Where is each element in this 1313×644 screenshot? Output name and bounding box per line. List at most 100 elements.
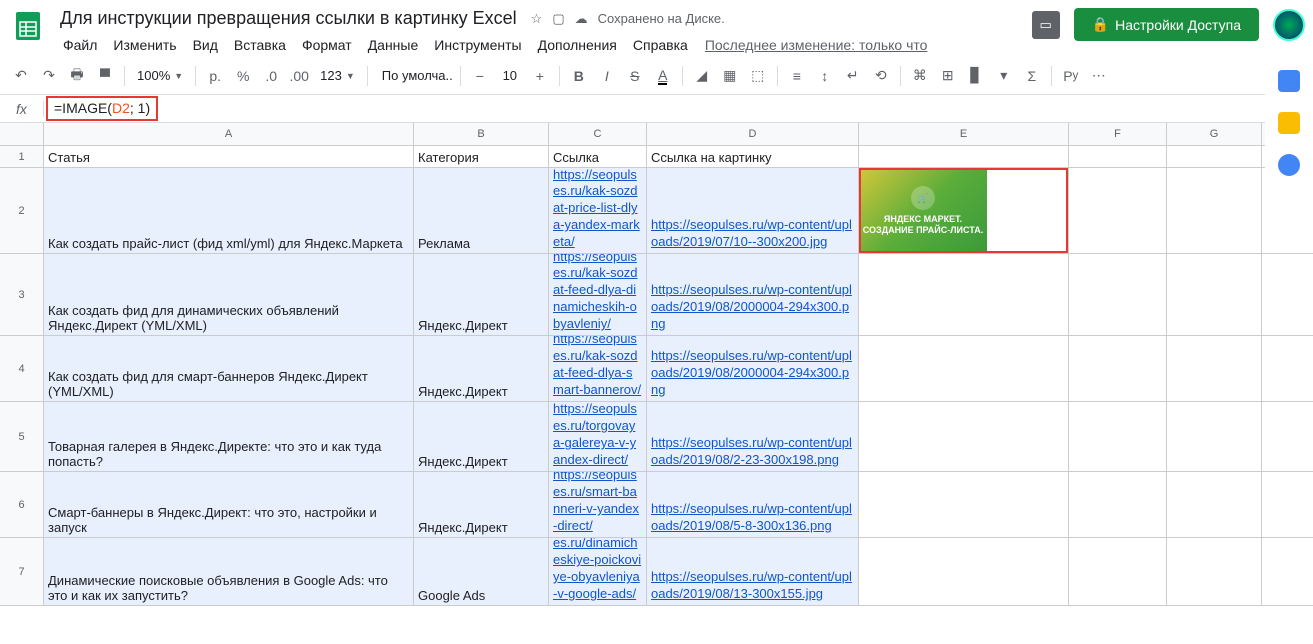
font-select[interactable]: По умолча...▼ [374,68,454,83]
cell-c6[interactable]: https://seopulses.ru/smart-banneri-v-yan… [549,472,647,537]
menu-view[interactable]: Вид [186,33,225,57]
menu-file[interactable]: Файл [56,33,104,57]
cell-a4[interactable]: Как создать фид для смарт-баннеров Яндек… [44,336,414,401]
row-header-4[interactable]: 4 [0,336,44,401]
col-header-g[interactable]: G [1167,123,1262,145]
font-size-input[interactable]: 10 [495,68,525,83]
cell-b7[interactable]: Google Ads [414,538,549,605]
dec-increase-button[interactable]: .00 [286,63,312,89]
menu-help[interactable]: Справка [626,33,695,57]
star-icon[interactable]: ☆ [531,11,543,27]
cell-e1[interactable] [859,146,1069,167]
row-header-3[interactable]: 3 [0,254,44,335]
undo-button[interactable]: ↶ [8,63,34,89]
col-header-d[interactable]: D [647,123,859,145]
cell-f2[interactable] [1069,168,1167,253]
filter-button[interactable]: ▾ [991,63,1017,89]
bold-button[interactable]: B [566,63,592,89]
cell-g7[interactable] [1167,538,1262,605]
cell-b5[interactable]: Яндекс.Директ [414,402,549,471]
cell-e3[interactable] [859,254,1069,335]
select-all-corner[interactable] [0,123,44,145]
cell-a2[interactable]: Как создать прайс-лист (фид xml/yml) для… [44,168,414,253]
merge-button[interactable]: ⬚ [745,63,771,89]
cell-e7[interactable] [859,538,1069,605]
paint-format-button[interactable]: ▀ [92,63,118,89]
cell-a1[interactable]: Статья [44,146,414,167]
cell-g5[interactable] [1167,402,1262,471]
move-icon[interactable]: ▢ [552,11,564,27]
cell-d4[interactable]: https://seopulses.ru/wp-content/uploads/… [647,336,859,401]
menu-data[interactable]: Данные [361,33,426,57]
cell-f4[interactable] [1069,336,1167,401]
menu-edit[interactable]: Изменить [106,33,183,57]
fill-color-button[interactable]: ◢ [689,63,715,89]
keep-icon[interactable] [1278,112,1300,134]
chart-button[interactable]: ▊ [963,63,989,89]
menu-format[interactable]: Формат [295,33,359,57]
strike-button[interactable]: S [622,63,648,89]
cell-b6[interactable]: Яндекс.Директ [414,472,549,537]
tasks-icon[interactable] [1278,154,1300,176]
number-format-select[interactable]: 123▼ [314,68,361,83]
calendar-icon[interactable] [1278,70,1300,92]
redo-button[interactable]: ↷ [36,63,62,89]
row-header-6[interactable]: 6 [0,472,44,537]
col-header-b[interactable]: B [414,123,549,145]
row-header-1[interactable]: 1 [0,146,44,167]
col-header-e[interactable]: E [859,123,1069,145]
spreadsheet-grid[interactable]: A B C D E F G 1 Статья Категория Ссылка … [0,123,1313,606]
last-edit-link[interactable]: Последнее изменение: только что [705,33,928,57]
sheets-logo[interactable] [8,6,48,46]
link-button[interactable]: ⌘ [907,63,933,89]
print-button[interactable]: 🖶 [64,63,90,89]
cell-f5[interactable] [1069,402,1167,471]
wrap-button[interactable]: ↵ [840,63,866,89]
cell-d7[interactable]: https://seopulses.ru/wp-content/uploads/… [647,538,859,605]
cell-a3[interactable]: Как создать фид для динамических объявле… [44,254,414,335]
more-button[interactable]: ⋯ [1086,63,1112,89]
italic-button[interactable]: I [594,63,620,89]
cell-e5[interactable] [859,402,1069,471]
comments-button[interactable]: ▭ [1032,11,1060,39]
cell-f1[interactable] [1069,146,1167,167]
zoom-select[interactable]: 100%▼ [131,68,189,83]
menu-insert[interactable]: Вставка [227,33,293,57]
cell-d3[interactable]: https://seopulses.ru/wp-content/uploads/… [647,254,859,335]
col-header-f[interactable]: F [1069,123,1167,145]
v-align-button[interactable]: ↕ [812,63,838,89]
functions-button[interactable]: Σ [1019,63,1045,89]
row-header-2[interactable]: 2 [0,168,44,253]
menu-tools[interactable]: Инструменты [427,33,528,57]
font-size-decrease[interactable]: − [467,63,493,89]
font-size-increase[interactable]: + [527,63,553,89]
account-avatar[interactable] [1273,9,1305,41]
formula-input[interactable]: =IMAGE(D2; 1) [46,96,158,121]
cell-g6[interactable] [1167,472,1262,537]
cell-e2-image[interactable]: 🛒 ЯНДЕКС МАРКЕТ.СОЗДАНИЕ ПРАЙС-ЛИСТА. [859,168,1069,253]
row-header-5[interactable]: 5 [0,402,44,471]
cell-b3[interactable]: Яндекс.Директ [414,254,549,335]
cell-d1[interactable]: Ссылка на картинку [647,146,859,167]
text-color-button[interactable]: A [650,63,676,89]
comment-button[interactable]: ⊞ [935,63,961,89]
cell-f6[interactable] [1069,472,1167,537]
cell-a7[interactable]: Динамические поисковые объявления в Goog… [44,538,414,605]
cell-g1[interactable] [1167,146,1262,167]
cell-f3[interactable] [1069,254,1167,335]
cell-c2[interactable]: https://seopulses.ru/kak-sozdat-price-li… [549,168,647,253]
cell-a5[interactable]: Товарная галерея в Яндекс.Директе: что э… [44,402,414,471]
document-title[interactable]: Для инструкции превращения ссылки в карт… [56,6,521,31]
cell-c4[interactable]: https://seopulses.ru/kak-sozdat-feed-dly… [549,336,647,401]
borders-button[interactable]: ▦ [717,63,743,89]
rotate-button[interactable]: ⟲ [868,63,894,89]
cell-b2[interactable]: Реклама [414,168,549,253]
cell-g3[interactable] [1167,254,1262,335]
cell-c1[interactable]: Ссылка [549,146,647,167]
cell-g2[interactable] [1167,168,1262,253]
cell-d6[interactable]: https://seopulses.ru/wp-content/uploads/… [647,472,859,537]
menu-addons[interactable]: Дополнения [531,33,624,57]
cell-c7[interactable]: https://seopulses.ru/dinamicheskiye-poic… [549,538,647,605]
cell-f7[interactable] [1069,538,1167,605]
currency-button[interactable]: р. [202,63,228,89]
